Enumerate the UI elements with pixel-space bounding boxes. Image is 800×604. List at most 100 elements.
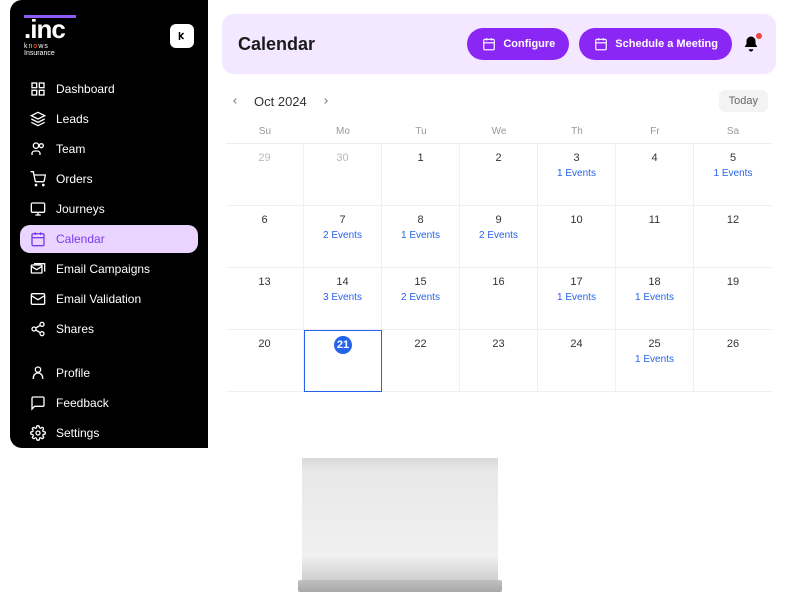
event-count: 2 Events <box>466 230 531 241</box>
day-number: 17 <box>570 276 582 288</box>
calendar-cell[interactable]: 9 2 Events <box>460 206 538 268</box>
sidebar-item-label: Profile <box>56 366 90 380</box>
sidebar-item-team[interactable]: Team <box>20 135 198 163</box>
day-number: 18 <box>648 276 660 288</box>
sidebar-item-label: Email Campaigns <box>56 262 150 276</box>
prev-month-button[interactable] <box>230 96 240 106</box>
sidebar-item-leads[interactable]: Leads <box>20 105 198 133</box>
calendar-cell[interactable]: 11 <box>616 206 694 268</box>
day-number: 2 <box>495 152 501 164</box>
calendar-cell[interactable]: 171 Events <box>538 268 616 330</box>
day-number: 9 <box>495 214 501 226</box>
weekday-label: Fr <box>616 120 694 143</box>
weekday-header: SuMoTuWeThFrSa <box>226 120 772 144</box>
calendar-cell[interactable]: 13 <box>226 268 304 330</box>
calendar-cell[interactable]: 29 <box>226 144 304 206</box>
day-number: 16 <box>492 276 504 288</box>
user-icon <box>30 365 46 381</box>
weekday-label: Sa <box>694 120 772 143</box>
day-number: 5 <box>730 152 736 164</box>
calendar-cell[interactable]: 72 Events <box>304 206 382 268</box>
day-number: 7 <box>339 214 345 226</box>
day-number: 21 <box>334 336 352 354</box>
sidebar-item-profile[interactable]: Profile <box>20 359 198 387</box>
schedule-meeting-button[interactable]: Schedule a Meeting <box>579 28 732 60</box>
month-label: Oct 2024 <box>254 94 307 109</box>
sidebar-item-calendar[interactable]: Calendar <box>20 225 198 253</box>
calendar-cell[interactable]: 16 <box>460 268 538 330</box>
weekday-label: Tu <box>382 120 460 143</box>
layers-icon <box>30 111 46 127</box>
calendar-nav: Oct 2024 Today <box>208 84 790 120</box>
event-count: 1 Events <box>388 230 453 241</box>
weekday-label: Th <box>538 120 616 143</box>
weekday-label: Mo <box>304 120 382 143</box>
sidebar-item-settings[interactable]: Settings <box>20 419 198 447</box>
calendar-cell[interactable]: 23 <box>460 330 538 392</box>
calendar-cell[interactable]: 30 <box>304 144 382 206</box>
day-number: 29 <box>258 152 270 164</box>
users-icon <box>30 141 46 157</box>
day-number: 26 <box>727 338 739 350</box>
next-month-button[interactable] <box>321 96 331 106</box>
day-number: 19 <box>727 276 739 288</box>
calendar-grid: 29301231 Events451 Events672 Events81 Ev… <box>226 144 772 392</box>
calendar-cell[interactable]: 5 1 Events <box>694 144 772 206</box>
mail-stack-icon <box>30 261 46 277</box>
notifications-button[interactable] <box>742 35 760 53</box>
day-number: 12 <box>727 214 739 226</box>
calendar-cell[interactable]: 20 <box>226 330 304 392</box>
page-title: Calendar <box>238 34 315 55</box>
calendar-cell[interactable]: 143 Events <box>304 268 382 330</box>
sidebar-item-label: Orders <box>56 172 93 186</box>
sidebar-item-dashboard[interactable]: Dashboard <box>20 75 198 103</box>
display-icon <box>30 201 46 217</box>
cart-icon <box>30 171 46 187</box>
calendar-icon <box>30 231 46 247</box>
calendar-cell[interactable]: 12 <box>694 206 772 268</box>
gear-icon <box>30 425 46 441</box>
calendar-cell[interactable]: 152 Events <box>382 268 460 330</box>
sidebar-collapse-button[interactable] <box>170 24 194 48</box>
weekday-label: We <box>460 120 538 143</box>
calendar-cell[interactable]: 10 <box>538 206 616 268</box>
configure-button[interactable]: Configure <box>467 28 569 60</box>
sidebar-item-journeys[interactable]: Journeys <box>20 195 198 223</box>
day-number: 24 <box>570 338 582 350</box>
calendar-cell[interactable]: 19 <box>694 268 772 330</box>
weekday-label: Su <box>226 120 304 143</box>
calendar-cell[interactable]: 26 <box>694 330 772 392</box>
day-number: 14 <box>336 276 348 288</box>
day-number: 11 <box>649 214 660 226</box>
sidebar-item-label: Email Validation <box>56 292 141 306</box>
sidebar-item-orders[interactable]: Orders <box>20 165 198 193</box>
calendar-cell[interactable]: 1 <box>382 144 460 206</box>
sidebar: .inc knows Insurance Dashboard Leads Team O… <box>10 0 208 448</box>
share-icon <box>30 321 46 337</box>
sidebar-item-email-validation[interactable]: Email Validation <box>20 285 198 313</box>
calendar-cell[interactable]: 2 <box>460 144 538 206</box>
sidebar-item-feedback[interactable]: Feedback <box>20 389 198 417</box>
event-count: 1 Events <box>700 168 766 179</box>
day-number: 13 <box>258 276 270 288</box>
notification-dot <box>756 33 762 39</box>
calendar-cell[interactable]: 8 1 Events <box>382 206 460 268</box>
event-count: 1 Events <box>622 354 687 365</box>
day-number: 4 <box>651 152 657 164</box>
calendar-cell[interactable]: 6 <box>226 206 304 268</box>
calendar-cell[interactable]: 4 <box>616 144 694 206</box>
sidebar-item-email-campaigns[interactable]: Email Campaigns <box>20 255 198 283</box>
day-number: 8 <box>417 214 423 226</box>
calendar-cell[interactable]: 251 Events <box>616 330 694 392</box>
sidebar-item-shares[interactable]: Shares <box>20 315 198 343</box>
day-number: 10 <box>570 214 582 226</box>
calendar-cell[interactable]: 21 <box>304 330 382 392</box>
calendar-cell[interactable]: 24 <box>538 330 616 392</box>
grid-icon <box>30 81 46 97</box>
calendar-cell[interactable]: 31 Events <box>538 144 616 206</box>
sidebar-item-label: Leads <box>56 112 89 126</box>
today-button[interactable]: Today <box>719 90 768 112</box>
calendar-cell[interactable]: 22 <box>382 330 460 392</box>
logo: .inc knows Insurance <box>24 14 76 57</box>
calendar-cell[interactable]: 181 Events <box>616 268 694 330</box>
